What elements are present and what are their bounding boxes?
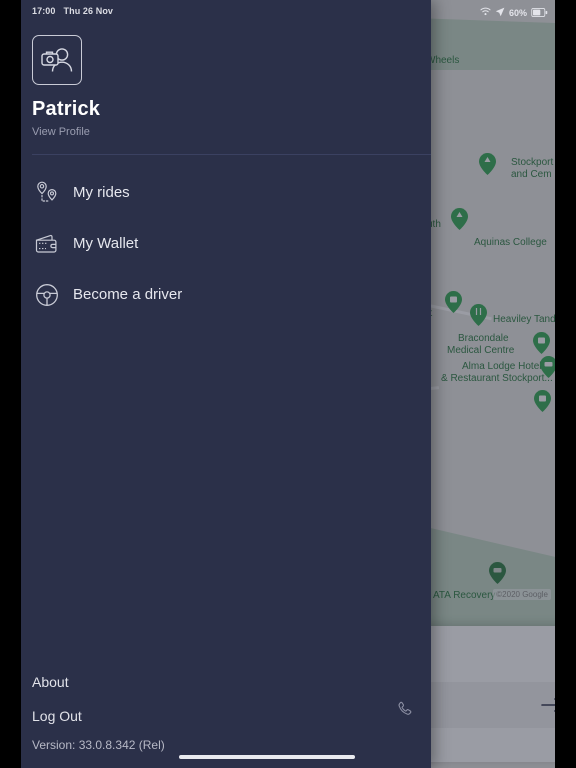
profile-section[interactable]: Patrick View Profile — [21, 22, 431, 155]
status-bar-icons: 60% — [480, 4, 548, 22]
version-label: Version: 33.0.8.342 (Rel) — [32, 738, 165, 752]
wifi-icon — [480, 4, 491, 22]
home-indicator — [179, 755, 355, 759]
map-poi-label[interactable]: ATA Recovery — [433, 590, 495, 602]
steering-wheel-icon — [32, 280, 62, 310]
menu-item-become-a-driver[interactable]: Become a driver — [21, 269, 431, 320]
location-arrow-icon — [495, 4, 505, 22]
status-bar-date: Thu 26 Nov — [63, 6, 114, 16]
map-poi-label[interactable]: Bracondale — [458, 333, 509, 345]
map-poi-pin-icon[interactable] — [540, 356, 555, 378]
map-attribution: ©2020 Google — [493, 589, 551, 600]
arrow-right-icon[interactable] — [539, 692, 555, 718]
map-poi-pin-icon[interactable] — [451, 208, 468, 230]
logout-link[interactable]: Log Out — [32, 699, 431, 733]
map-poi-pin-icon[interactable] — [489, 562, 506, 584]
status-bar: 17:00 Thu 26 Nov — [21, 0, 431, 22]
status-bar-time: 17:00 — [32, 6, 56, 16]
map-poi-label[interactable]: Stockport — [511, 157, 553, 169]
map-poi-label[interactable]: Heaviley Tandoo — [493, 314, 555, 326]
map-poi-pin-icon[interactable] — [534, 390, 551, 412]
letterbox-left — [0, 0, 21, 768]
menu-item-my-rides[interactable]: My rides — [21, 167, 431, 218]
camera-person-avatar-icon[interactable] — [32, 35, 82, 85]
map-poi-pin-icon[interactable] — [445, 291, 462, 313]
battery-icon — [531, 4, 548, 22]
drawer-footer: About Log Out Version: 33.0.8.342 (Rel) — [21, 665, 431, 768]
map-poi-label[interactable]: Wheels — [426, 55, 459, 67]
drawer-menu: My rides My Wallet Become a driver — [21, 155, 431, 320]
route-pins-icon — [32, 178, 62, 208]
menu-item-my-wallet[interactable]: My Wallet — [21, 218, 431, 269]
map-poi-label[interactable]: and Cem — [511, 169, 552, 181]
map-poi-label[interactable]: Alma Lodge Hotel — [462, 361, 542, 373]
wallet-icon — [32, 229, 62, 259]
view-profile-link[interactable]: View Profile — [32, 126, 431, 138]
navigation-drawer: 17:00 Thu 26 Nov Patrick View Profile My… — [21, 0, 431, 768]
battery-percent-label: 60% — [508, 8, 527, 18]
menu-item-label: My rides — [73, 184, 130, 201]
map-poi-pin-icon[interactable] — [479, 153, 496, 175]
map-poi-label[interactable]: Medical Centre — [447, 345, 514, 357]
menu-item-label: My Wallet — [73, 235, 139, 252]
map-poi-label[interactable]: Aquinas College — [474, 237, 547, 249]
phone-screen: Homburg Cl B6171 A6 Diamond St Soudan Rd… — [0, 0, 576, 768]
phone-icon[interactable] — [395, 700, 415, 720]
letterbox-right — [555, 0, 576, 768]
map-poi-label[interactable]: & Restaurant Stockport... — [441, 373, 553, 385]
about-link[interactable]: About — [32, 665, 431, 699]
menu-item-label: Become a driver — [73, 286, 183, 303]
map-poi-pin-icon[interactable] — [470, 304, 487, 326]
profile-name: Patrick — [32, 98, 101, 120]
map-poi-pin-icon[interactable] — [533, 332, 550, 354]
drawer-spacer — [21, 320, 431, 665]
